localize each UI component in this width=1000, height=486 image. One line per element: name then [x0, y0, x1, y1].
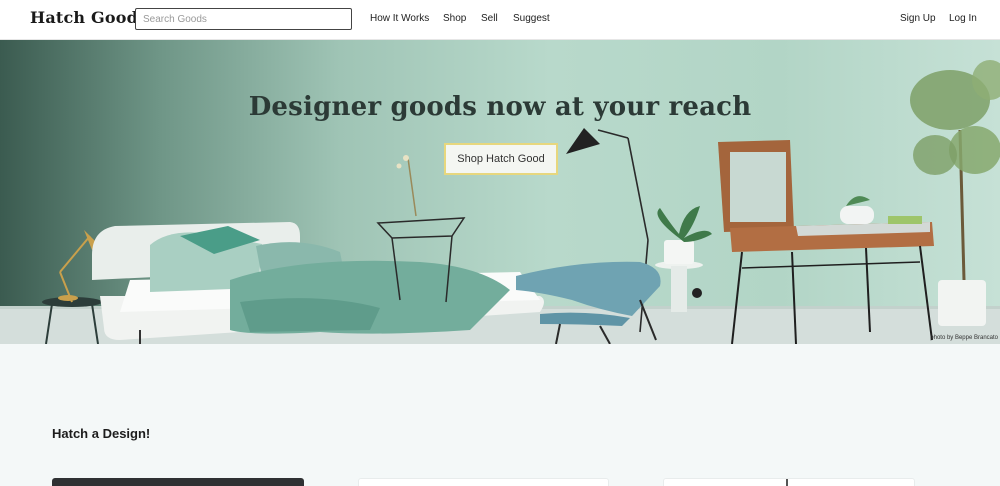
design-card[interactable]: [663, 478, 915, 486]
sign-up-link[interactable]: Sign Up: [900, 13, 936, 24]
hero-banner: Designer goods now at your reach Shop Ha…: [0, 40, 1000, 344]
hero-title: Designer goods now at your reach: [248, 92, 752, 122]
shop-hatch-good-button[interactable]: Shop Hatch Good: [444, 143, 558, 175]
card-divider: [786, 479, 788, 486]
nav-suggest[interactable]: Suggest: [513, 13, 550, 24]
top-navbar: Hatch Good How It Works Shop Sell Sugges…: [0, 0, 1000, 40]
logo[interactable]: Hatch Good: [30, 8, 138, 27]
nav-sell[interactable]: Sell: [481, 13, 498, 24]
design-card[interactable]: [358, 478, 609, 486]
potted-plant-illustration: [655, 206, 712, 312]
search-input[interactable]: [135, 8, 352, 30]
design-card[interactable]: [52, 478, 304, 486]
hero-photo: [0, 60, 1000, 344]
photo-credit: photo by Beppe Brancato: [930, 335, 998, 341]
nav-shop[interactable]: Shop: [443, 13, 466, 24]
section-title: Hatch a Design!: [52, 426, 151, 441]
nav-how-it-works[interactable]: How It Works: [370, 13, 429, 24]
log-in-link[interactable]: Log In: [949, 13, 977, 24]
